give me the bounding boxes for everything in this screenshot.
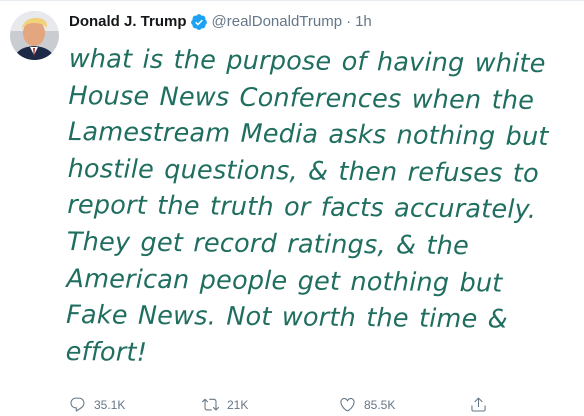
reply-icon	[70, 397, 85, 412]
author-name[interactable]: Donald J. Trump	[69, 12, 187, 32]
tweet-line: Fake News. Not worth the time &	[65, 300, 508, 335]
share-button[interactable]	[470, 396, 495, 413]
verified-badge-icon	[190, 13, 208, 31]
like-count: 85.5K	[364, 397, 396, 412]
author-handle[interactable]: @realDonaldTrump	[212, 12, 343, 32]
tweet-header: Donald J. Trump @realDonaldTrump · 1h	[69, 12, 372, 32]
reply-count: 35.1K	[94, 397, 126, 412]
tweet-line: report the truth or facts accurately.	[67, 190, 537, 226]
reply-button[interactable]: 35.1K	[69, 396, 125, 413]
tweet-line: They get record ratings, & the	[66, 226, 470, 262]
tweet-actions: 35.1K 21K 85.5K	[69, 396, 574, 416]
retweet-icon	[202, 398, 219, 411]
like-button[interactable]: 85.5K	[339, 396, 395, 413]
share-icon	[471, 397, 486, 412]
tweet-line: effort!	[65, 336, 148, 368]
separator-dot: ·	[346, 13, 352, 30]
tweet-line: House News Conferences when the	[68, 80, 535, 116]
avatar[interactable]	[10, 11, 59, 60]
tweet-line: hostile questions, & then refuses to	[67, 153, 540, 189]
retweet-button[interactable]: 21K	[202, 396, 248, 413]
tweet-line: Lamestream Media asks nothing but	[67, 117, 549, 153]
heart-icon	[340, 397, 355, 412]
tweet-card[interactable]: Donald J. Trump @realDonaldTrump · 1h wh…	[0, 0, 584, 415]
tweet-line: American people get nothing but	[66, 263, 503, 299]
tweet-line: what is the purpose of having white	[68, 43, 546, 79]
tweet-text: what is the purpose of having white Hous…	[66, 41, 574, 376]
tweet-timestamp[interactable]: 1h	[355, 12, 372, 32]
retweet-count: 21K	[227, 397, 249, 412]
